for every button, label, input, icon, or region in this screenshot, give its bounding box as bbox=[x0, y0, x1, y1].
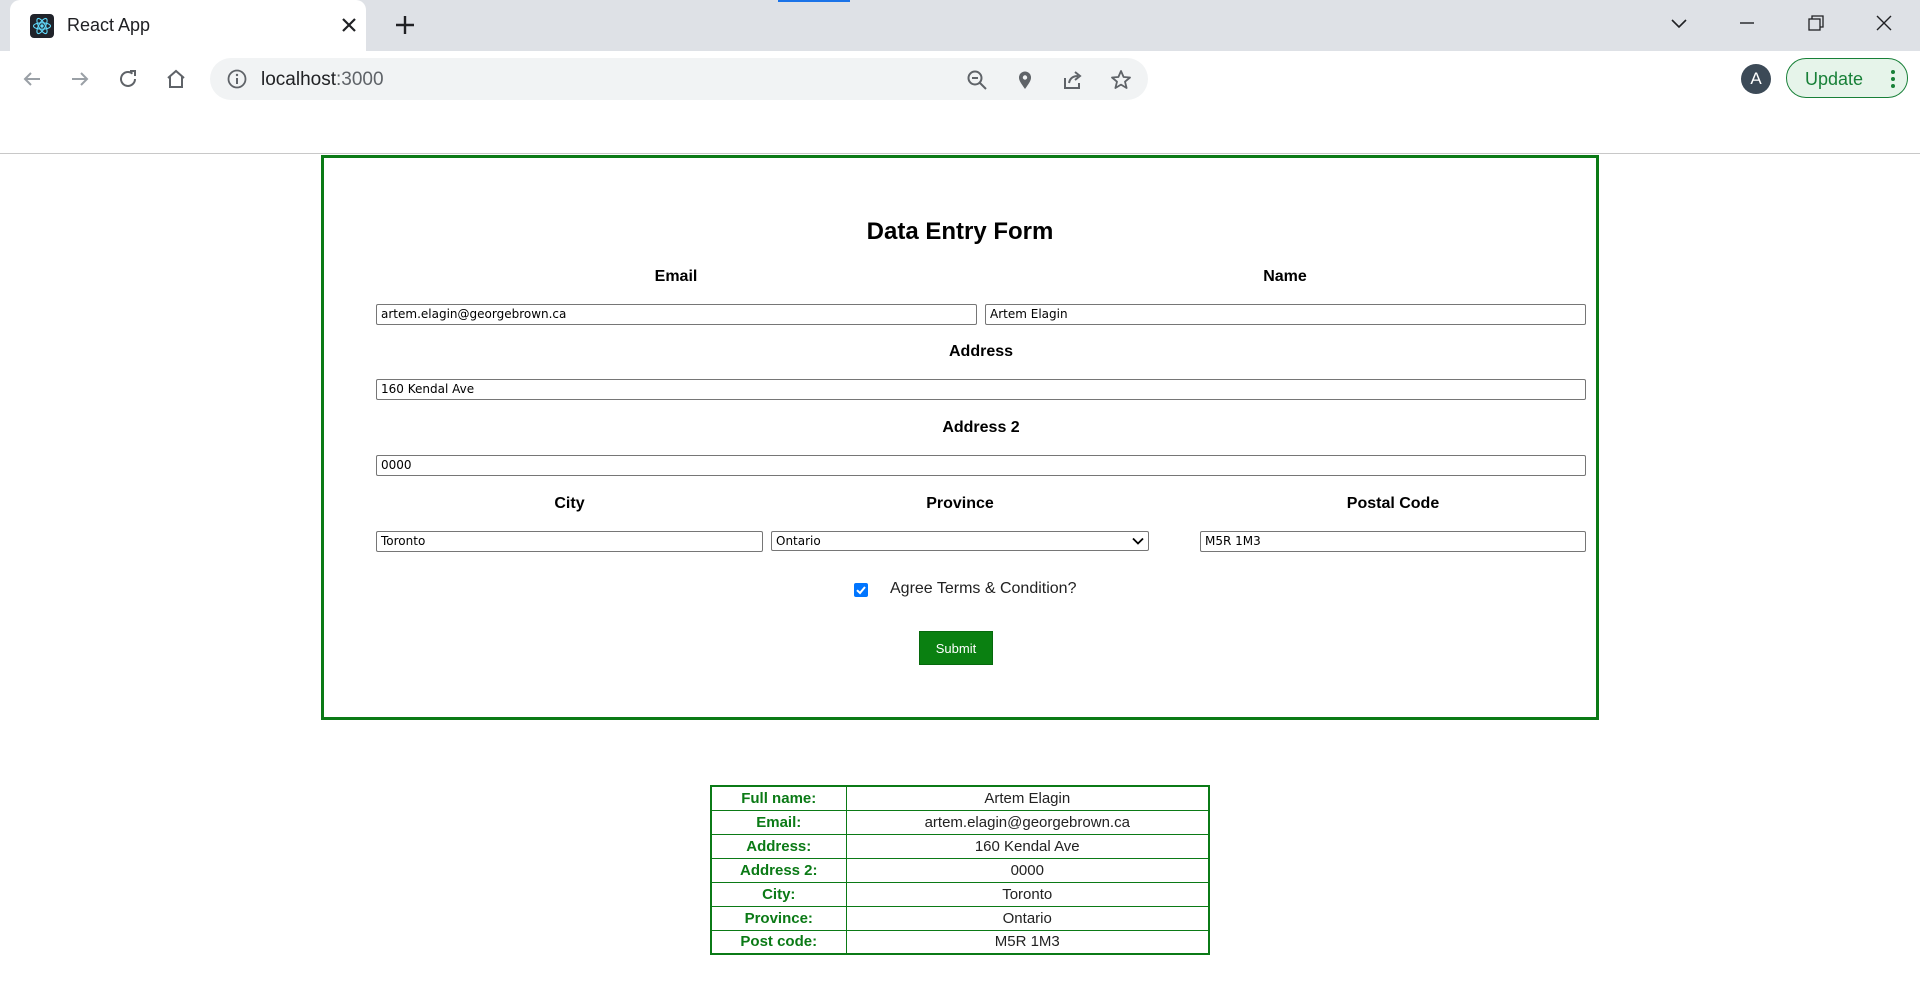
form-title: Data Entry Form bbox=[866, 218, 1054, 245]
table-row: City: Toronto bbox=[710, 881, 1210, 907]
result-value-cell: M5R 1M3 bbox=[845, 929, 1210, 955]
email-field[interactable]: artem.elagin@georgebrown.ca bbox=[376, 304, 977, 325]
name-field[interactable]: Artem Elagin bbox=[985, 304, 1586, 325]
forward-arrow-icon[interactable] bbox=[64, 63, 96, 95]
result-key-cell: Email: bbox=[710, 809, 847, 835]
result-value-cell: artem.elagin@georgebrown.ca bbox=[845, 809, 1210, 835]
minimize-icon[interactable] bbox=[1727, 8, 1767, 38]
table-row: Email: artem.elagin@georgebrown.ca bbox=[710, 809, 1210, 835]
react-logo-icon bbox=[30, 14, 54, 38]
result-key-cell: City: bbox=[710, 881, 847, 907]
tab-title: React App bbox=[67, 15, 151, 35]
data-entry-form: Data Entry Form Email Name artem.elagin@… bbox=[321, 155, 1599, 720]
new-tab-icon[interactable] bbox=[390, 10, 420, 40]
postal-code-field[interactable]: M5R 1M3 bbox=[1200, 531, 1586, 552]
browser-tab[interactable]: React App bbox=[10, 0, 366, 51]
city-field[interactable]: Toronto bbox=[376, 531, 763, 552]
address-label: Address bbox=[948, 343, 1014, 360]
site-info-icon[interactable] bbox=[226, 68, 248, 90]
more-menu-icon[interactable] bbox=[1883, 67, 1903, 91]
postal-code-label: Postal Code bbox=[1346, 495, 1440, 512]
zoom-out-icon[interactable] bbox=[965, 68, 989, 92]
agree-label: Agree Terms & Condition? bbox=[890, 580, 1077, 597]
result-key-cell: Address 2: bbox=[710, 857, 847, 883]
province-selected-value: Ontario bbox=[776, 534, 821, 548]
loading-indicator bbox=[778, 0, 850, 2]
update-button[interactable]: Update bbox=[1786, 58, 1908, 98]
close-tab-icon[interactable] bbox=[336, 12, 362, 38]
tab-search-chevron-icon[interactable] bbox=[1659, 8, 1699, 38]
city-label: City bbox=[554, 495, 585, 512]
location-pin-icon[interactable] bbox=[1013, 68, 1037, 92]
address2-label: Address 2 bbox=[942, 419, 1020, 436]
result-value-cell: Toronto bbox=[845, 881, 1210, 907]
result-value-cell: 160 Kendal Ave bbox=[845, 833, 1210, 859]
email-label: Email bbox=[654, 268, 698, 285]
table-row: Full name: Artem Elagin bbox=[710, 785, 1210, 811]
result-key-cell: Province: bbox=[710, 905, 847, 931]
restore-icon[interactable] bbox=[1796, 8, 1836, 38]
province-select[interactable]: Ontario bbox=[771, 531, 1149, 551]
agree-checkbox[interactable] bbox=[854, 583, 868, 597]
table-row: Address: 160 Kendal Ave bbox=[710, 833, 1210, 859]
address-field[interactable]: 160 Kendal Ave bbox=[376, 379, 1586, 400]
url-text: localhost:3000 bbox=[261, 69, 384, 90]
reload-icon[interactable] bbox=[112, 63, 144, 95]
result-table: Full name: Artem Elagin Email: artem.elagin… bbox=[710, 785, 1210, 955]
name-label: Name bbox=[1263, 268, 1307, 285]
back-arrow-icon[interactable] bbox=[16, 63, 48, 95]
chevron-down-icon bbox=[1132, 535, 1144, 547]
browser-tab-bar: React App bbox=[0, 0, 1920, 51]
result-value-cell: 0000 bbox=[845, 857, 1210, 883]
result-key-cell: Full name: bbox=[710, 785, 847, 811]
home-icon[interactable] bbox=[160, 63, 192, 95]
result-key-cell: Address: bbox=[710, 833, 847, 859]
bookmark-star-icon[interactable] bbox=[1109, 68, 1133, 92]
province-label: Province bbox=[926, 495, 994, 512]
table-row: Province: Ontario bbox=[710, 905, 1210, 931]
content-divider bbox=[0, 153, 1920, 154]
profile-avatar[interactable]: A bbox=[1741, 64, 1771, 94]
result-value-cell: Ontario bbox=[845, 905, 1210, 931]
result-value-cell: Artem Elagin bbox=[845, 785, 1210, 811]
share-icon[interactable] bbox=[1061, 68, 1085, 92]
close-window-icon[interactable] bbox=[1864, 8, 1904, 38]
address-bar[interactable]: localhost:3000 bbox=[210, 58, 1148, 100]
table-row: Post code: M5R 1M3 bbox=[710, 929, 1210, 955]
update-label: Update bbox=[1805, 69, 1864, 89]
submit-button[interactable]: Submit bbox=[919, 631, 993, 665]
table-row: Address 2: 0000 bbox=[710, 857, 1210, 883]
browser-toolbar: localhost:3000 A Update bbox=[0, 51, 1920, 106]
address2-field[interactable]: 0000 bbox=[376, 455, 1586, 476]
result-key-cell: Post code: bbox=[710, 929, 847, 955]
